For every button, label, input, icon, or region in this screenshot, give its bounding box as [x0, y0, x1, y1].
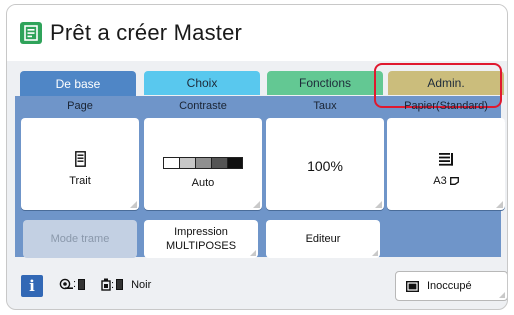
- page-button[interactable]: Trait: [21, 118, 139, 210]
- page-title: Prêt a créer Master: [50, 20, 243, 45]
- ink-color-label: Noir: [131, 278, 152, 291]
- mode-trame-button[interactable]: Mode trame: [23, 220, 137, 258]
- info-icon[interactable]: i: [21, 275, 43, 297]
- master-status: :: [59, 278, 87, 290]
- page-label: Page: [67, 100, 93, 112]
- master-document-icon: [20, 22, 42, 44]
- papier-label: Papier(Standard): [404, 100, 488, 112]
- page-value: Trait: [69, 175, 91, 187]
- monitor-icon: [406, 280, 419, 292]
- machine-status-button[interactable]: Inoccupé: [395, 271, 507, 301]
- contraste-value: Auto: [191, 177, 215, 189]
- ink-bottle-icon: [101, 278, 111, 291]
- tab-fonctions[interactable]: Fonctions: [267, 71, 383, 95]
- papier-value: A3: [433, 175, 447, 187]
- master-roll-icon: [59, 278, 73, 290]
- taux-button[interactable]: 100%: [266, 118, 384, 210]
- editeur-label: Editeur: [305, 233, 341, 245]
- machine-status-label: Inoccupé: [427, 280, 472, 292]
- impression-multiposes-button[interactable]: Impression MULTIPOSES: [144, 220, 258, 258]
- status-bar: i : : Noir Inoccupé: [15, 264, 507, 306]
- screen-frame: Prêt a créer Master De base Choix Foncti…: [6, 4, 508, 310]
- tab-bar: De base Choix Fonctions Admin.: [20, 71, 504, 97]
- master-level-indicator: [78, 278, 86, 290]
- landscape-orientation-icon: [449, 177, 459, 185]
- text-document-icon: [21, 151, 139, 167]
- tab-de-base[interactable]: De base: [20, 71, 136, 97]
- paper-feed-icon: [387, 152, 505, 166]
- impression-multiposes-label: Impression MULTIPOSES: [165, 226, 237, 252]
- contraste-button[interactable]: Auto: [144, 118, 262, 210]
- papier-button[interactable]: A3: [387, 118, 505, 210]
- tab-admin[interactable]: Admin.: [388, 71, 504, 95]
- taux-value: 100%: [307, 158, 343, 174]
- papier-value-row: A3: [387, 175, 505, 187]
- mode-trame-label: Mode trame: [50, 233, 110, 245]
- title-bar: Prêt a créer Master: [7, 5, 507, 61]
- editeur-button[interactable]: Editeur: [266, 220, 380, 258]
- tab-choix[interactable]: Choix: [144, 71, 260, 95]
- ink-status: : Noir: [101, 278, 151, 291]
- contrast-scale-icon: [144, 157, 262, 169]
- taux-label: Taux: [313, 100, 337, 112]
- ink-level-indicator: [116, 279, 124, 290]
- contraste-label: Contraste: [179, 100, 227, 112]
